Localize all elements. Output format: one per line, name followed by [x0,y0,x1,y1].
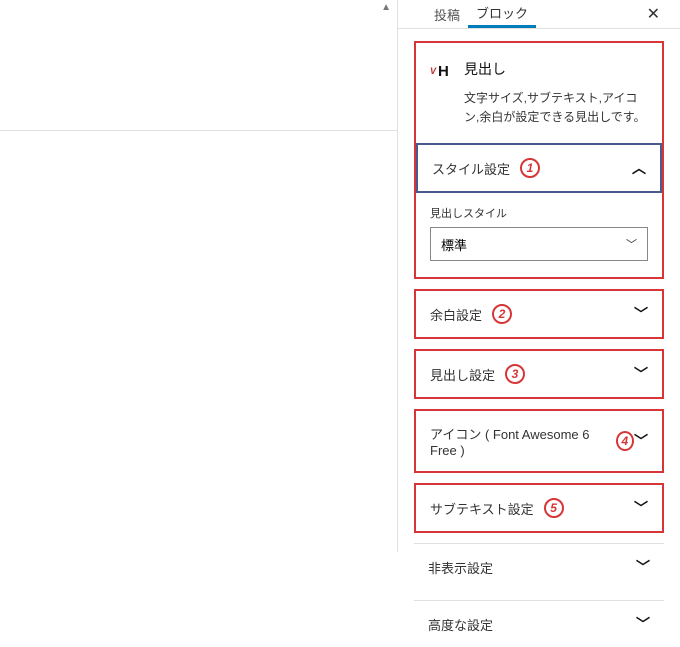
section-style[interactable]: スタイル設定 1 ︿ [416,143,662,193]
chevron-up-icon: ▲ [381,2,391,13]
annotation-badge-2: 2 [492,304,512,324]
editor-canvas: ▲ [0,0,397,552]
chevron-down-icon: ﹀ [636,557,650,577]
select-value: 標準 [441,235,467,254]
section-label: スタイル設定 [432,159,510,178]
annotation-badge-4: 4 [616,431,634,451]
block-title-row: V H 見出し [430,57,648,81]
chevron-up-icon: ︿ [632,158,646,178]
section-heading[interactable]: 見出し設定 3 ﹀ [414,349,664,399]
style-settings-body: 見出しスタイル 標準 ﹀ [416,193,662,277]
section-margin[interactable]: 余白設定 2 ﹀ [414,289,664,339]
tab-block[interactable]: ブロック [468,0,536,28]
chevron-down-icon: ﹀ [634,364,648,384]
block-title: 見出し [464,59,506,79]
svg-text:H: H [438,63,449,78]
annotation-badge-1: 1 [520,158,540,178]
annotation-badge-5: 5 [544,498,564,518]
heading-block-icon: V H [430,57,454,81]
tab-post[interactable]: 投稿 [426,0,468,28]
annotation-box-main: V H 見出し 文字サイズ,サブテキスト,アイコン,余白が設定できる見出しです。… [414,41,664,279]
chevron-down-icon: ﹀ [626,236,637,252]
chevron-down-icon: ﹀ [634,498,648,518]
chevron-down-icon: ﹀ [634,304,648,324]
panel-body: V H 見出し 文字サイズ,サブテキスト,アイコン,余白が設定できる見出しです。… [398,29,680,647]
section-advanced[interactable]: 高度な設定 ﹀ [414,600,664,647]
divider [0,130,397,131]
field-label: 見出しスタイル [430,205,648,221]
section-label: 高度な設定 [428,615,493,634]
chevron-down-icon: ﹀ [634,431,648,451]
section-subtext[interactable]: サブテキスト設定 5 ﹀ [414,483,664,533]
section-label: アイコン ( Font Awesome 6 Free ) [430,424,606,458]
close-icon[interactable]: ✕ [643,0,664,28]
svg-text:V: V [430,66,437,76]
block-info: V H 見出し 文字サイズ,サブテキスト,アイコン,余白が設定できる見出しです。 [416,43,662,143]
annotation-badge-3: 3 [505,364,525,384]
section-hide[interactable]: 非表示設定 ﹀ [414,543,664,590]
section-icon[interactable]: アイコン ( Font Awesome 6 Free ) 4 ﹀ [414,409,664,473]
settings-sidebar: 投稿 ブロック ✕ V H 見出し 文字サイズ,サブテキスト,アイコン,余白が設… [397,0,680,552]
chevron-down-icon: ﹀ [636,614,650,634]
section-label: 非表示設定 [428,558,493,577]
heading-style-select[interactable]: 標準 ﹀ [430,227,648,261]
section-label: サブテキスト設定 [430,499,534,518]
section-label: 見出し設定 [430,365,495,384]
block-description: 文字サイズ,サブテキスト,アイコン,余白が設定できる見出しです。 [430,89,648,127]
section-label: 余白設定 [430,305,482,324]
sidebar-tabs: 投稿 ブロック ✕ [398,0,680,29]
